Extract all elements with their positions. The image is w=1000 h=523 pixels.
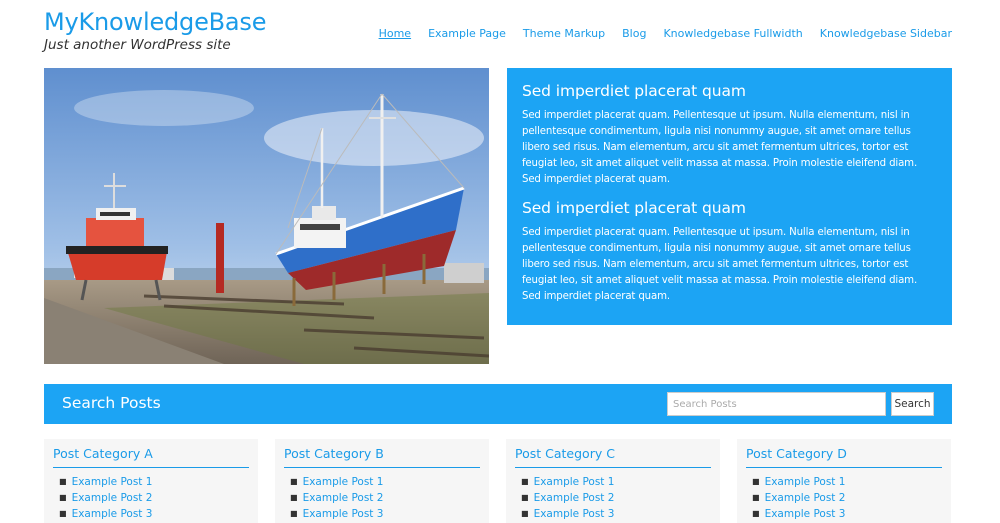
list-item[interactable]: ■ Example Post 3 (53, 506, 249, 522)
post-link[interactable]: Example Post 2 (534, 492, 615, 504)
post-link[interactable]: Example Post 3 (534, 508, 615, 520)
list-item[interactable]: ■ Example Post 1 (284, 474, 480, 490)
category-card-b: Post Category B ■ Example Post 1 ■ Example… (275, 439, 489, 523)
search-input[interactable] (667, 392, 886, 416)
category-title[interactable]: Post Category A (53, 446, 249, 468)
bullet-icon: ■ (290, 493, 298, 502)
nav-item-example-page[interactable]: Example Page (428, 27, 506, 40)
bullet-icon: ■ (521, 509, 529, 518)
list-item[interactable]: ■ Example Post 1 (53, 474, 249, 490)
info-panel: Sed imperdiet placerat quam Sed imperdie… (507, 68, 952, 325)
nav-item-knowledgebase-sidebar[interactable]: Knowledgebase Sidebar (820, 27, 952, 40)
category-title[interactable]: Post Category C (515, 446, 711, 468)
nav-item-blog[interactable]: Blog (622, 27, 646, 40)
site-tagline: Just another WordPress site (44, 37, 231, 53)
post-link[interactable]: Example Post 1 (765, 476, 846, 488)
list-item[interactable]: ■ Example Post 1 (746, 474, 942, 490)
category-card-a: Post Category A ■ Example Post 1 ■ Example… (44, 439, 258, 523)
post-link[interactable]: Example Post 3 (303, 508, 384, 520)
post-categories: Post Category A ■ Example Post 1 ■ Example… (44, 439, 952, 523)
search-button[interactable]: Search (891, 392, 934, 416)
category-card-c: Post Category C ■ Example Post 1 ■ Example… (506, 439, 720, 523)
bullet-icon: ■ (290, 477, 298, 486)
hero-image (44, 68, 489, 364)
boats-photo-icon (44, 68, 489, 364)
info-heading-2: Sed imperdiet placerat quam (522, 199, 746, 217)
info-body-1: Sed imperdiet placerat quam. Pellentesqu… (522, 110, 918, 185)
bullet-icon: ■ (59, 477, 67, 486)
bullet-icon: ■ (59, 493, 67, 502)
list-item[interactable]: ■ Example Post 2 (515, 490, 711, 506)
list-item[interactable]: ■ Example Post 2 (746, 490, 942, 506)
nav-item-home[interactable]: Home (379, 27, 411, 40)
post-link[interactable]: Example Post 3 (765, 508, 846, 520)
category-card-d: Post Category D ■ Example Post 1 ■ Example… (737, 439, 951, 523)
info-body-2: Sed imperdiet placerat quam. Pellentesqu… (522, 227, 918, 302)
search-posts-bar: Search Posts Search (44, 384, 952, 424)
list-item[interactable]: ■ Example Post 2 (53, 490, 249, 506)
list-item[interactable]: ■ Example Post 2 (284, 490, 480, 506)
bullet-icon: ■ (752, 493, 760, 502)
list-item[interactable]: ■ Example Post 3 (746, 506, 942, 522)
category-title[interactable]: Post Category B (284, 446, 480, 468)
list-item[interactable]: ■ Example Post 3 (284, 506, 480, 522)
bullet-icon: ■ (752, 477, 760, 486)
post-link[interactable]: Example Post 2 (303, 492, 384, 504)
post-link[interactable]: Example Post 1 (534, 476, 615, 488)
main-nav: Home Example Page Theme Markup Blog Know… (379, 27, 952, 40)
bullet-icon: ■ (290, 509, 298, 518)
post-link[interactable]: Example Post 3 (72, 508, 153, 520)
category-title[interactable]: Post Category D (746, 446, 942, 468)
nav-item-theme-markup[interactable]: Theme Markup (523, 27, 605, 40)
list-item[interactable]: ■ Example Post 3 (515, 506, 711, 522)
post-link[interactable]: Example Post 2 (72, 492, 153, 504)
nav-item-knowledgebase-fullwidth[interactable]: Knowledgebase Fullwidth (663, 27, 802, 40)
post-link[interactable]: Example Post 2 (765, 492, 846, 504)
post-link[interactable]: Example Post 1 (303, 476, 384, 488)
bullet-icon: ■ (521, 493, 529, 502)
bullet-icon: ■ (521, 477, 529, 486)
bullet-icon: ■ (752, 509, 760, 518)
site-title[interactable]: MyKnowledgeBase (44, 8, 266, 36)
post-link[interactable]: Example Post 1 (72, 476, 153, 488)
bullet-icon: ■ (59, 509, 67, 518)
search-posts-title: Search Posts (62, 394, 161, 412)
list-item[interactable]: ■ Example Post 1 (515, 474, 711, 490)
info-heading-1: Sed imperdiet placerat quam (522, 82, 746, 100)
